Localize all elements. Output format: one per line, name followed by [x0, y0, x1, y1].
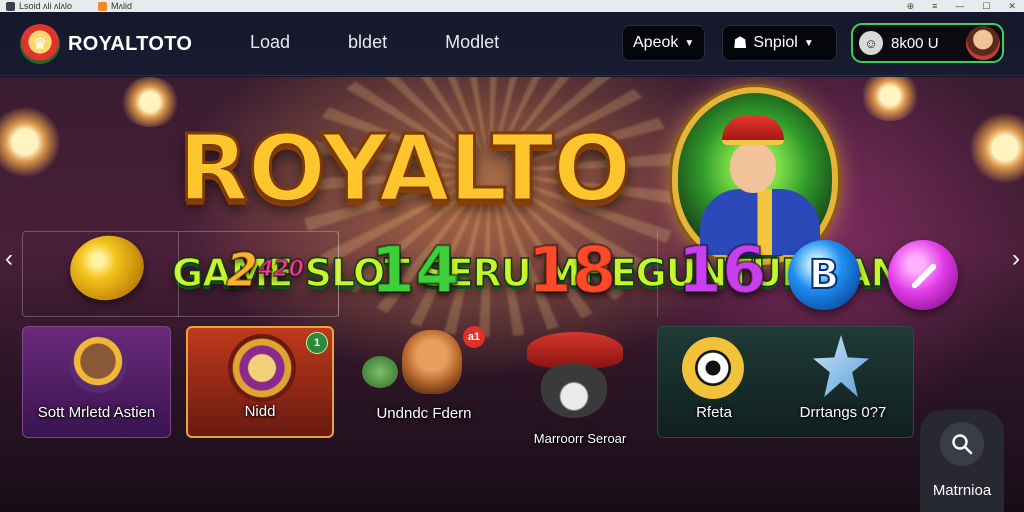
token-number-1-main: 2 [225, 243, 259, 297]
bear-icon [402, 330, 462, 394]
game-card-label: Rfeta [696, 404, 732, 421]
stage-light-right-top [860, 77, 920, 121]
tab-icon [98, 1, 108, 11]
game-card-badge: 1 [306, 332, 328, 354]
avatar[interactable] [966, 26, 1000, 60]
game-card[interactable]: Sott Mrletd Astien [22, 326, 171, 438]
wallet-balance: 8k00 U [891, 34, 939, 52]
tab-label[interactable]: Mʌlid [111, 1, 132, 11]
game-card[interactable]: a1 Undndc Fdern [350, 326, 498, 438]
lion-king-icon [69, 335, 127, 393]
gamepad-icon: ☗ [733, 35, 748, 52]
search-label: Matrnioa [932, 482, 992, 499]
top-navigation: ♛ ROYALTOTO Load bldet Modlet Apeok ▼ ☗ … [0, 12, 1024, 76]
game-card-label: Nidd [244, 403, 276, 420]
minimize-icon[interactable]: — [955, 1, 964, 11]
nav-links: Load bldet Modlet [250, 32, 557, 53]
menu-icon[interactable]: ≡ [932, 1, 937, 11]
red-hat-icon [527, 332, 623, 368]
game-card-label: Sott Mrletd Astien [37, 404, 156, 421]
game-card-label: Marroorr Seroar [533, 431, 627, 446]
search-button[interactable]: Matrnioa [920, 410, 1004, 512]
chevron-left-icon[interactable]: ‹ [5, 247, 13, 271]
game-card-label: Undndc Fdern [376, 405, 472, 422]
raccoon-icon [541, 364, 607, 418]
language-label: Apeok [633, 34, 679, 51]
jester-face [730, 143, 776, 193]
jester-logo-icon: ♛ [20, 24, 60, 64]
token-number-14[interactable]: 14 [369, 236, 460, 306]
window-titlebar: Lsoid ʌli ʌlʌlo Mʌlid ⊕ ≡ — ☐ ✕ [0, 0, 1024, 12]
game-card-wide[interactable]: Rfeta Drrtangs 0?7 [657, 326, 914, 438]
game-card-label: Drrtangs 0?7 [799, 404, 887, 421]
star-icon [813, 335, 869, 397]
pin-icon[interactable]: ⊕ [907, 1, 915, 12]
b-ball-token[interactable]: B [788, 240, 860, 310]
stage-light-left-top [120, 77, 180, 127]
game-card-badge: a1 [463, 326, 485, 348]
crest-icon [228, 334, 296, 402]
game-card[interactable]: Marroorr Seroar [505, 326, 655, 446]
game-card[interactable]: 1 Nidd [186, 326, 334, 438]
stage-light-right [970, 113, 1024, 183]
pink-ball-token[interactable] [888, 240, 958, 310]
chevron-down-icon: ▼ [684, 37, 695, 49]
app-icon [6, 1, 15, 11]
hero-title: ROYALTO [176, 115, 632, 222]
symbol-dropdown[interactable]: ☗ Snpiol ▼ [722, 25, 837, 61]
chevron-down-icon: ▼ [803, 37, 814, 49]
wallet-balance-button[interactable]: ☺ 8k00 U [851, 23, 1004, 63]
token-number-16[interactable]: 16 [676, 236, 767, 306]
nav-link-bldet[interactable]: bldet [348, 32, 387, 53]
stage-light-left [0, 107, 60, 177]
nav-link-modlet[interactable]: Modlet [445, 32, 499, 53]
brand-logo[interactable]: ♛ ROYALTOTO [20, 24, 192, 64]
chevron-right-icon[interactable]: › [1012, 247, 1020, 271]
soccer-ball-icon [682, 337, 744, 399]
token-divider [178, 231, 179, 317]
window-title: Lsoid ʌli ʌlʌlo [19, 1, 73, 11]
wallet-icon: ☺ [859, 31, 883, 55]
language-dropdown[interactable]: Apeok ▼ [622, 25, 705, 61]
symbol-label: Snpiol [753, 34, 798, 51]
token-number-1-sub: 420 [257, 257, 305, 282]
plant-icon [362, 356, 398, 388]
search-icon [940, 422, 984, 466]
token-number-18[interactable]: 18 [526, 236, 617, 306]
close-icon[interactable]: ✕ [1008, 1, 1016, 12]
nav-link-load[interactable]: Load [250, 32, 290, 53]
maximize-icon[interactable]: ☐ [982, 1, 990, 12]
brand-name: ROYALTOTO [68, 32, 193, 55]
token-number-1[interactable]: 2 420 [210, 240, 320, 300]
